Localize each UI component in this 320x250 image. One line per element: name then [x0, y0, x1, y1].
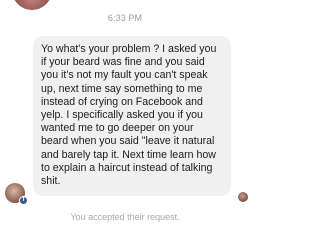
facebook-badge-icon: f [19, 196, 28, 205]
read-receipt-avatar [238, 192, 248, 202]
top-contact-avatar[interactable] [12, 0, 52, 10]
incoming-message-bubble[interactable]: Yo what's your problem ? I asked you if … [33, 36, 231, 196]
message-text: Yo what's your problem ? I asked you if … [41, 43, 217, 188]
message-timestamp: 6:33 PM [107, 13, 143, 23]
sender-avatar[interactable]: f [5, 183, 28, 205]
request-status-text: You accepted their request. [70, 212, 180, 222]
messenger-conversation: 6:33 PM Yo what's your problem ? I asked… [0, 0, 250, 250]
